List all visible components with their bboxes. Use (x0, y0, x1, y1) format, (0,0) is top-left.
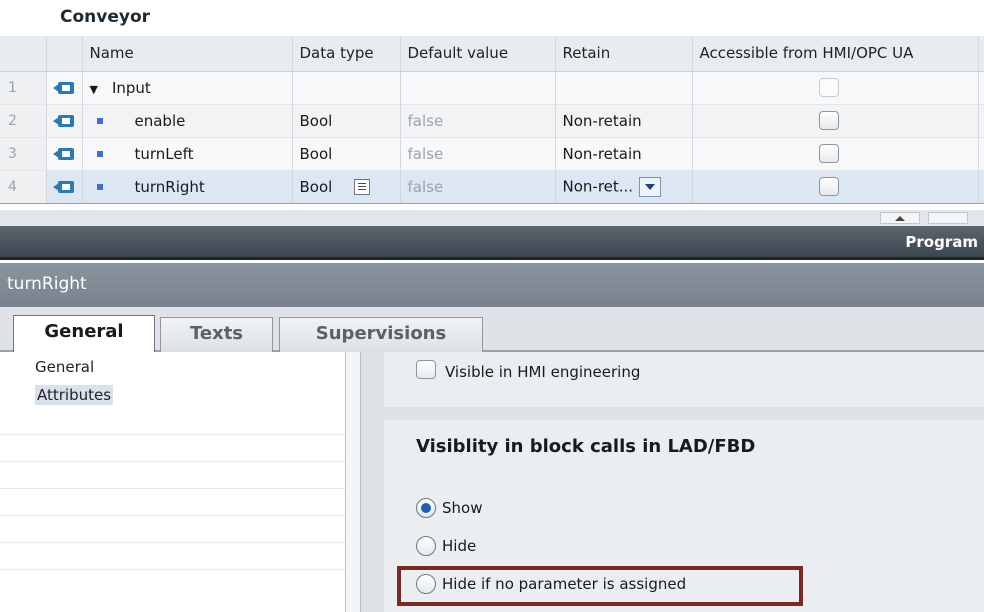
row-icon-cell (46, 169, 83, 204)
accessible-checkbox[interactable] (818, 177, 839, 196)
data-type-cell[interactable]: Bool (292, 169, 401, 204)
row-number: 1 (0, 71, 47, 105)
name-cell[interactable]: turnLeft (82, 137, 293, 171)
bool-member-icon (96, 118, 103, 124)
retain-dropdown-button[interactable] (639, 176, 662, 197)
table-row[interactable]: 2 enable Bool false Non-retain (0, 104, 984, 138)
inspector-nav: General Attributes (0, 352, 345, 612)
row-number: 3 (0, 137, 47, 171)
radio-label: Show (442, 499, 483, 517)
block-title: Conveyor (60, 7, 151, 27)
row-number: 4 (0, 169, 47, 204)
nav-item-label: General (35, 358, 95, 376)
row-name: turnRight (134, 177, 205, 196)
list-icon[interactable] (354, 179, 371, 195)
row-icon-cell (46, 71, 83, 105)
name-cell[interactable]: enable (82, 104, 293, 138)
nav-item-general[interactable]: General (0, 352, 345, 380)
inspector-title: turnRight (7, 274, 87, 294)
radio-button-selected[interactable] (416, 498, 436, 518)
name-cell[interactable]: turnRight (82, 169, 293, 204)
input-parameter-icon (52, 147, 77, 161)
collapse-triangle-icon[interactable]: ▼ (90, 83, 98, 96)
row-icon-cell (46, 137, 83, 171)
block-title-bar: Conveyor (0, 0, 984, 36)
column-header-data-type[interactable]: Data type (292, 36, 401, 72)
column-header-retain[interactable]: Retain (555, 36, 693, 72)
default-value-cell[interactable]: false (400, 169, 556, 204)
retain-cell[interactable]: Non-retain (555, 137, 693, 171)
highlight-frame (397, 566, 803, 606)
visible-hmi-label: Visible in HMI engineering (445, 363, 641, 381)
accessible-checkbox (818, 78, 839, 97)
accessible-cell[interactable] (692, 169, 979, 204)
declaration-table: Name Data type Default value Retain Acce… (0, 36, 984, 204)
data-type-cell[interactable]: Bool (292, 137, 401, 171)
data-type-cell[interactable] (292, 71, 401, 105)
default-value-cell[interactable] (400, 71, 556, 105)
scroll-up-button[interactable] (880, 212, 920, 224)
column-header-accessible[interactable]: Accessible from HMI/OPC UA (692, 36, 979, 72)
tab-supervisions[interactable]: Supervisions (279, 317, 483, 352)
input-parameter-icon (52, 81, 77, 95)
input-parameter-icon (52, 114, 77, 128)
retain-cell[interactable]: Non-retain (555, 104, 693, 138)
row-name: enable (134, 111, 186, 130)
accessible-cell (692, 71, 979, 105)
name-cell[interactable]: ▼ Input (82, 71, 293, 105)
column-header-name[interactable]: Name (82, 36, 293, 72)
scroll-down-button[interactable] (928, 212, 968, 224)
data-type-cell[interactable]: Bool (292, 104, 401, 138)
accessible-cell[interactable] (692, 137, 979, 171)
table-row[interactable]: 1 ▼ Input (0, 71, 984, 105)
input-parameter-icon (52, 180, 77, 194)
column-header-extra[interactable] (978, 36, 984, 72)
row-icon-cell (46, 104, 83, 138)
program-bar-label: Program (905, 233, 978, 251)
default-value-cell[interactable]: false (400, 104, 556, 138)
radio-show[interactable]: Show (416, 498, 482, 524)
hmi-group: Visible in HMI engineering (384, 352, 984, 407)
nav-splitter[interactable] (345, 352, 361, 612)
table-row-selected[interactable]: 4 turnRight Bool false Non-ret... (0, 169, 984, 204)
inspector-tabs: General Texts Supervisions (0, 307, 984, 354)
radio-label: Hide (442, 537, 477, 555)
nav-item-label: Attributes (35, 385, 114, 405)
column-header-default-value[interactable]: Default value (400, 36, 556, 72)
tab-general[interactable]: General (13, 315, 155, 354)
retain-cell[interactable]: Non-ret... (555, 169, 693, 204)
visibility-heading: Visiblity in block calls in LAD/FBD (416, 436, 756, 457)
header-rownum (0, 36, 47, 72)
retain-value: Non-ret... (562, 177, 634, 195)
table-header: Name Data type Default value Retain Acce… (0, 36, 984, 72)
default-value-cell[interactable]: false (400, 137, 556, 171)
bool-member-icon (96, 184, 103, 190)
accessible-cell[interactable] (692, 104, 979, 138)
table-scrollbar[interactable] (0, 210, 984, 226)
bool-member-icon (96, 151, 103, 157)
retain-cell[interactable] (555, 71, 693, 105)
row-number: 2 (0, 104, 47, 138)
inspector-title-bar: turnRight (0, 263, 984, 307)
radio-hide[interactable]: Hide (416, 536, 476, 562)
table-row[interactable]: 3 turnLeft Bool false Non-retain (0, 137, 984, 171)
tab-texts[interactable]: Texts (160, 317, 273, 352)
header-icon (46, 36, 83, 72)
row-name: turnLeft (134, 144, 194, 163)
data-type-value: Bool (299, 177, 333, 196)
accessible-checkbox[interactable] (818, 111, 839, 130)
row-name: Input (111, 78, 151, 97)
radio-button[interactable] (416, 536, 436, 556)
program-bar[interactable]: Program (0, 226, 984, 260)
accessible-checkbox[interactable] (818, 144, 839, 163)
visible-hmi-checkbox[interactable] (416, 360, 436, 379)
nav-item-attributes[interactable]: Attributes (0, 380, 345, 408)
